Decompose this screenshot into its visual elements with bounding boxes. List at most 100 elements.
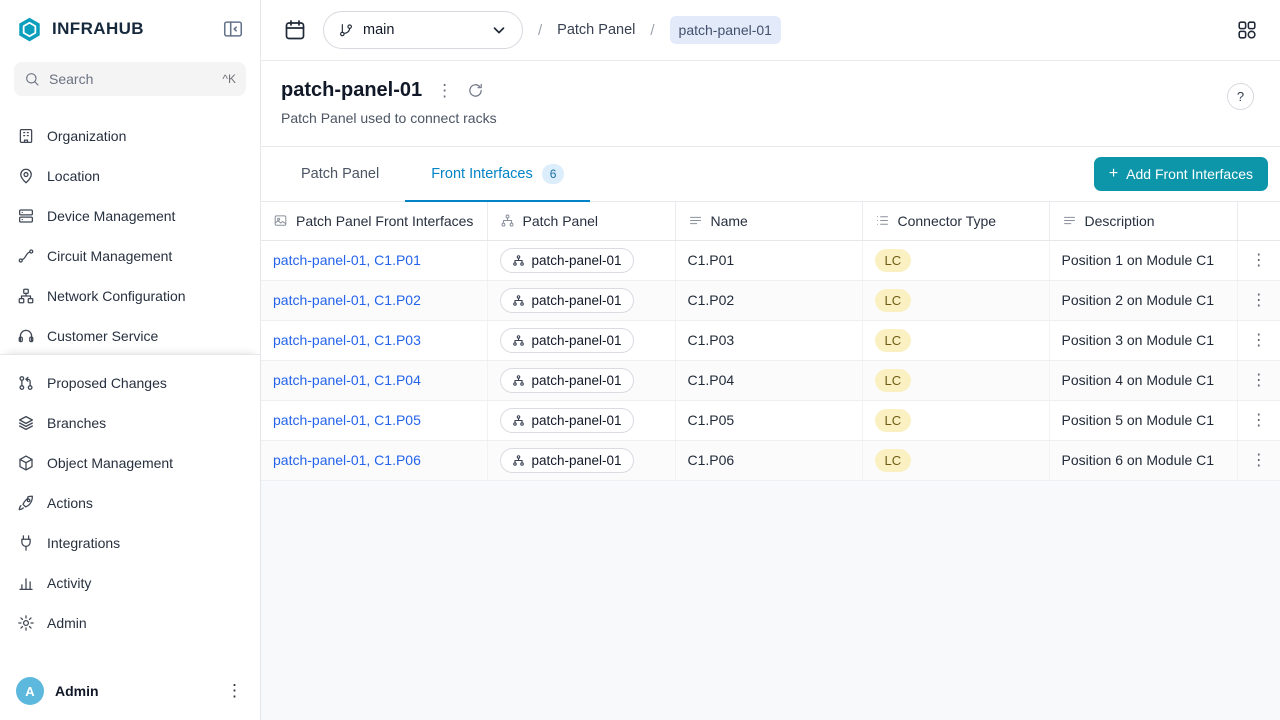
patch-panel-chip[interactable]: patch-panel-01 — [500, 328, 634, 353]
sidebar-item[interactable]: Location — [0, 156, 260, 196]
interface-link[interactable]: patch-panel-01, C1.P03 — [273, 332, 421, 348]
sidebar-item-label: Network Configuration — [47, 288, 186, 304]
front-interfaces-table: Patch Panel Front Interfaces Patch Panel… — [261, 202, 1280, 481]
table-row: patch-panel-01, C1.P03 patch-panel-01 C1… — [261, 320, 1280, 360]
cube-icon — [17, 454, 35, 472]
column-description: Description — [1049, 202, 1237, 240]
breadcrumb-current[interactable]: patch-panel-01 — [670, 16, 781, 44]
patch-panel-chip[interactable]: patch-panel-01 — [500, 368, 634, 393]
sidebar-item[interactable]: Proposed Changes — [0, 363, 260, 403]
connector-type-cell: LC — [862, 320, 1049, 360]
column-patch-panel: Patch Panel — [487, 202, 675, 240]
name-cell: C1.P05 — [675, 400, 862, 440]
sidebar-item[interactable]: Object Management — [0, 443, 260, 483]
circuit-icon — [17, 247, 35, 265]
tab-label: Front Interfaces — [431, 166, 533, 182]
patch-panel-chip-label: patch-panel-01 — [532, 373, 622, 388]
row-menu-kebab-icon[interactable]: ⋮ — [1251, 332, 1267, 349]
patch-panel-chip-label: patch-panel-01 — [532, 413, 622, 428]
column-actions — [1237, 202, 1280, 240]
user-menu-kebab-icon[interactable]: ⋮ — [226, 681, 244, 701]
sidebar-item[interactable]: Activity — [0, 563, 260, 603]
table-body: patch-panel-01, C1.P01 patch-panel-01 C1… — [261, 240, 1280, 480]
page-menu-kebab-icon[interactable]: ⋮ — [436, 82, 453, 99]
patch-panel-chip[interactable]: patch-panel-01 — [500, 288, 634, 313]
interface-link[interactable]: patch-panel-01, C1.P01 — [273, 252, 421, 268]
connector-type-badge: LC — [875, 369, 912, 392]
connector-type-cell: LC — [862, 400, 1049, 440]
sidebar-item[interactable]: Branches — [0, 403, 260, 443]
text-icon — [688, 213, 703, 228]
sidebar-item[interactable]: Circuit Management — [0, 236, 260, 276]
name-cell: C1.P04 — [675, 360, 862, 400]
add-front-interfaces-button[interactable]: + Add Front Interfaces — [1094, 157, 1268, 191]
tab-front-interfaces[interactable]: Front Interfaces 6 — [405, 147, 590, 201]
breadcrumb-patch-panel[interactable]: Patch Panel — [557, 22, 635, 38]
connector-type-cell: LC — [862, 440, 1049, 480]
sidebar-item[interactable]: Network Configuration — [0, 276, 260, 316]
sidebar-item[interactable]: Device Management — [0, 196, 260, 236]
interface-link-cell: patch-panel-01, C1.P06 — [261, 440, 487, 480]
patch-panel-chip-label: patch-panel-01 — [532, 453, 622, 468]
patch-panel-cell: patch-panel-01 — [487, 400, 675, 440]
interface-link[interactable]: patch-panel-01, C1.P04 — [273, 372, 421, 388]
apps-grid-icon[interactable] — [1230, 13, 1264, 47]
row-menu-kebab-icon[interactable]: ⋮ — [1251, 252, 1267, 269]
sidebar-item-label: Proposed Changes — [47, 375, 167, 391]
sidebar-item[interactable]: Admin — [0, 603, 260, 643]
connector-type-cell: LC — [862, 240, 1049, 280]
interface-link[interactable]: patch-panel-01, C1.P05 — [273, 412, 421, 428]
infrahub-logo-icon — [16, 16, 43, 43]
interface-link[interactable]: patch-panel-01, C1.P06 — [273, 452, 421, 468]
help-button[interactable]: ? — [1227, 83, 1254, 110]
table-row: patch-panel-01, C1.P01 patch-panel-01 C1… — [261, 240, 1280, 280]
search-label: Search — [49, 71, 93, 87]
row-menu-kebab-icon[interactable]: ⋮ — [1251, 372, 1267, 389]
row-actions-cell: ⋮ — [1237, 240, 1280, 280]
patch-panel-cell: patch-panel-01 — [487, 280, 675, 320]
row-menu-kebab-icon[interactable]: ⋮ — [1251, 452, 1267, 469]
interface-link-cell: patch-panel-01, C1.P03 — [261, 320, 487, 360]
sidebar-item-label: Customer Service — [47, 328, 158, 344]
sidebar-menu-bottom: Proposed Changes Branches Object Managem… — [0, 354, 260, 643]
row-menu-kebab-icon[interactable]: ⋮ — [1251, 412, 1267, 429]
patch-panel-chip-label: patch-panel-01 — [532, 333, 622, 348]
rocket-icon — [17, 494, 35, 512]
connector-type-cell: LC — [862, 280, 1049, 320]
server-icon — [17, 207, 35, 225]
branch-selector[interactable]: main — [323, 11, 523, 49]
main-area: main / Patch Panel / patch-panel-01 patc… — [261, 0, 1280, 720]
gear-icon — [17, 614, 35, 632]
sidebar-item-label: Activity — [47, 575, 91, 591]
patch-panel-chip[interactable]: patch-panel-01 — [500, 408, 634, 433]
sidebar-item-label: Location — [47, 168, 100, 184]
avatar: A — [16, 677, 44, 705]
hierarchy-icon — [512, 334, 525, 347]
page-title: patch-panel-01 — [281, 79, 422, 102]
collapse-sidebar-icon[interactable] — [222, 18, 244, 40]
hierarchy-icon — [512, 374, 525, 387]
name-cell: C1.P03 — [675, 320, 862, 360]
bar-chart-icon — [17, 574, 35, 592]
patch-panel-cell: patch-panel-01 — [487, 240, 675, 280]
search-input[interactable]: Search ^K — [14, 62, 246, 96]
plus-icon: + — [1109, 166, 1118, 182]
git-branch-icon — [338, 22, 354, 38]
patch-panel-cell: patch-panel-01 — [487, 360, 675, 400]
interface-link[interactable]: patch-panel-01, C1.P02 — [273, 292, 421, 308]
description-cell: Position 6 on Module C1 — [1049, 440, 1237, 480]
sidebar-item[interactable]: Customer Service — [0, 316, 260, 354]
row-actions-cell: ⋮ — [1237, 440, 1280, 480]
calendar-icon[interactable] — [277, 12, 313, 48]
row-menu-kebab-icon[interactable]: ⋮ — [1251, 292, 1267, 309]
tab-patch-panel[interactable]: Patch Panel — [275, 147, 405, 201]
patch-panel-chip[interactable]: patch-panel-01 — [500, 248, 634, 273]
add-button-label: Add Front Interfaces — [1126, 166, 1253, 182]
sidebar-item-label: Device Management — [47, 208, 175, 224]
patch-panel-chip[interactable]: patch-panel-01 — [500, 448, 634, 473]
sidebar-item[interactable]: Actions — [0, 483, 260, 523]
sidebar-item[interactable]: Integrations — [0, 523, 260, 563]
sidebar-item[interactable]: Organization — [0, 116, 260, 156]
refresh-icon[interactable] — [467, 82, 484, 99]
chevron-down-icon — [490, 21, 508, 39]
